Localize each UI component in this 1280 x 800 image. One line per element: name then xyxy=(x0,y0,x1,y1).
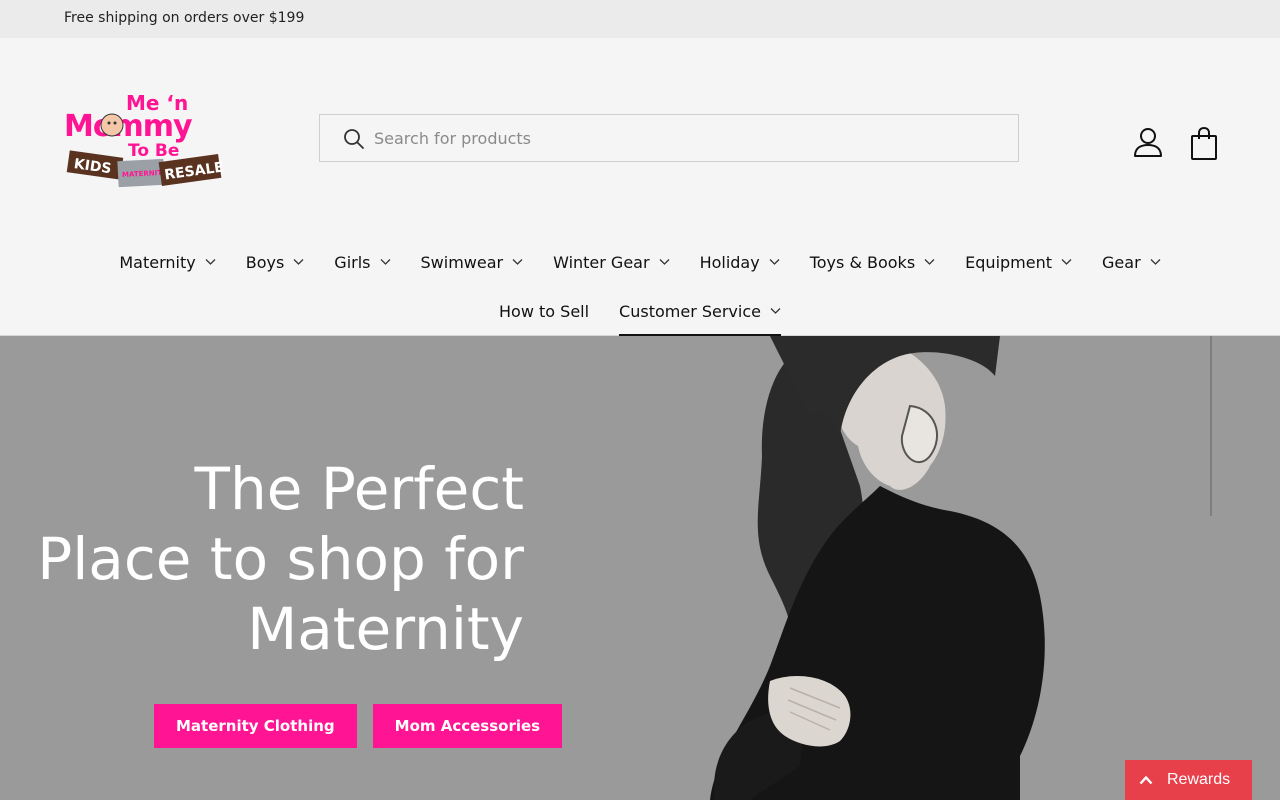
hero-image-pregnant-woman xyxy=(600,336,1280,800)
nav-item-gear[interactable]: Gear xyxy=(1102,249,1161,275)
nav-item-equipment[interactable]: Equipment xyxy=(965,249,1072,275)
nav-item-label: Maternity xyxy=(119,252,196,272)
search-input[interactable] xyxy=(374,116,994,160)
account-icon[interactable] xyxy=(1130,125,1166,161)
chevron-down-icon xyxy=(293,259,304,265)
chevron-down-icon xyxy=(769,259,780,265)
nav-item-how-to-sell[interactable]: How to Sell xyxy=(499,298,589,324)
rewards-label: Rewards xyxy=(1167,771,1231,788)
chevron-down-icon xyxy=(380,259,390,265)
secondary-nav: How to Sell Customer Service xyxy=(0,298,1280,336)
announcement-bar: Free shipping on orders over $199 xyxy=(0,0,1280,38)
chevron-down-icon xyxy=(770,308,781,314)
nav-item-label: Swimwear xyxy=(420,252,504,272)
nav-item-holiday[interactable]: Holiday xyxy=(700,249,780,275)
announcement-text: Free shipping on orders over $199 xyxy=(64,10,305,26)
nav-item-label: Boys xyxy=(245,252,285,272)
hero-title-line-2: Place to shop for xyxy=(37,525,524,593)
search-icon[interactable] xyxy=(342,127,366,151)
nav-item-label: Equipment xyxy=(965,252,1053,272)
store-logo[interactable]: Me ‘n Mommy To Be KIDS MATERNITY RESALE xyxy=(64,88,224,194)
main-nav: Maternity Boys Girls Swimwear Winter Gea… xyxy=(0,249,1280,275)
caret-up-icon xyxy=(1139,775,1153,785)
chevron-down-icon xyxy=(512,259,523,265)
nav-item-label: How to Sell xyxy=(499,301,590,321)
nav-item-maternity[interactable]: Maternity xyxy=(119,249,216,275)
nav-item-label: Holiday xyxy=(699,252,760,272)
logo-text-to-be: To Be xyxy=(128,141,179,161)
nav-item-label: Winter Gear xyxy=(553,252,650,272)
hero-title-line-1: The Perfect xyxy=(194,455,524,523)
nav-item-label: Toys & Books xyxy=(809,252,916,272)
nav-item-swimwear[interactable]: Swimwear xyxy=(421,249,524,275)
nav-item-girls[interactable]: Girls xyxy=(334,249,390,275)
nav-item-boys[interactable]: Boys xyxy=(246,249,305,275)
hero-buttons: Maternity Clothing Mom Accessories xyxy=(154,704,563,748)
site-header: Me ‘n Mommy To Be KIDS MATERNITY RESALE … xyxy=(0,38,1280,336)
nav-item-label: Customer Service xyxy=(619,301,761,321)
nav-item-toys-books[interactable]: Toys & Books xyxy=(810,249,935,275)
hero-banner: The Perfect Place to shop for Maternity … xyxy=(0,336,1280,800)
chevron-down-icon xyxy=(1061,259,1072,265)
search-bar[interactable] xyxy=(319,114,1019,162)
nav-item-winter-gear[interactable]: Winter Gear xyxy=(553,249,670,275)
chevron-down-icon xyxy=(1150,259,1161,265)
nav-item-label: Gear xyxy=(1102,252,1141,272)
nav-item-customer-service[interactable]: Customer Service xyxy=(619,298,781,336)
chevron-down-icon xyxy=(924,259,935,265)
rewards-button[interactable]: Rewards xyxy=(1125,760,1252,800)
maternity-clothing-button[interactable]: Maternity Clothing xyxy=(154,704,357,748)
hero-title: The Perfect Place to shop for Maternity xyxy=(4,454,524,664)
baby-face-icon xyxy=(100,113,124,137)
bag-icon[interactable] xyxy=(1187,125,1221,161)
logo-text-mommy: Mommy xyxy=(64,109,193,144)
chevron-down-icon xyxy=(659,259,670,265)
nav-item-label: Girls xyxy=(334,252,371,272)
chevron-down-icon xyxy=(205,259,216,265)
hero-title-line-3: Maternity xyxy=(247,595,524,663)
mom-accessories-button[interactable]: Mom Accessories xyxy=(372,704,563,748)
